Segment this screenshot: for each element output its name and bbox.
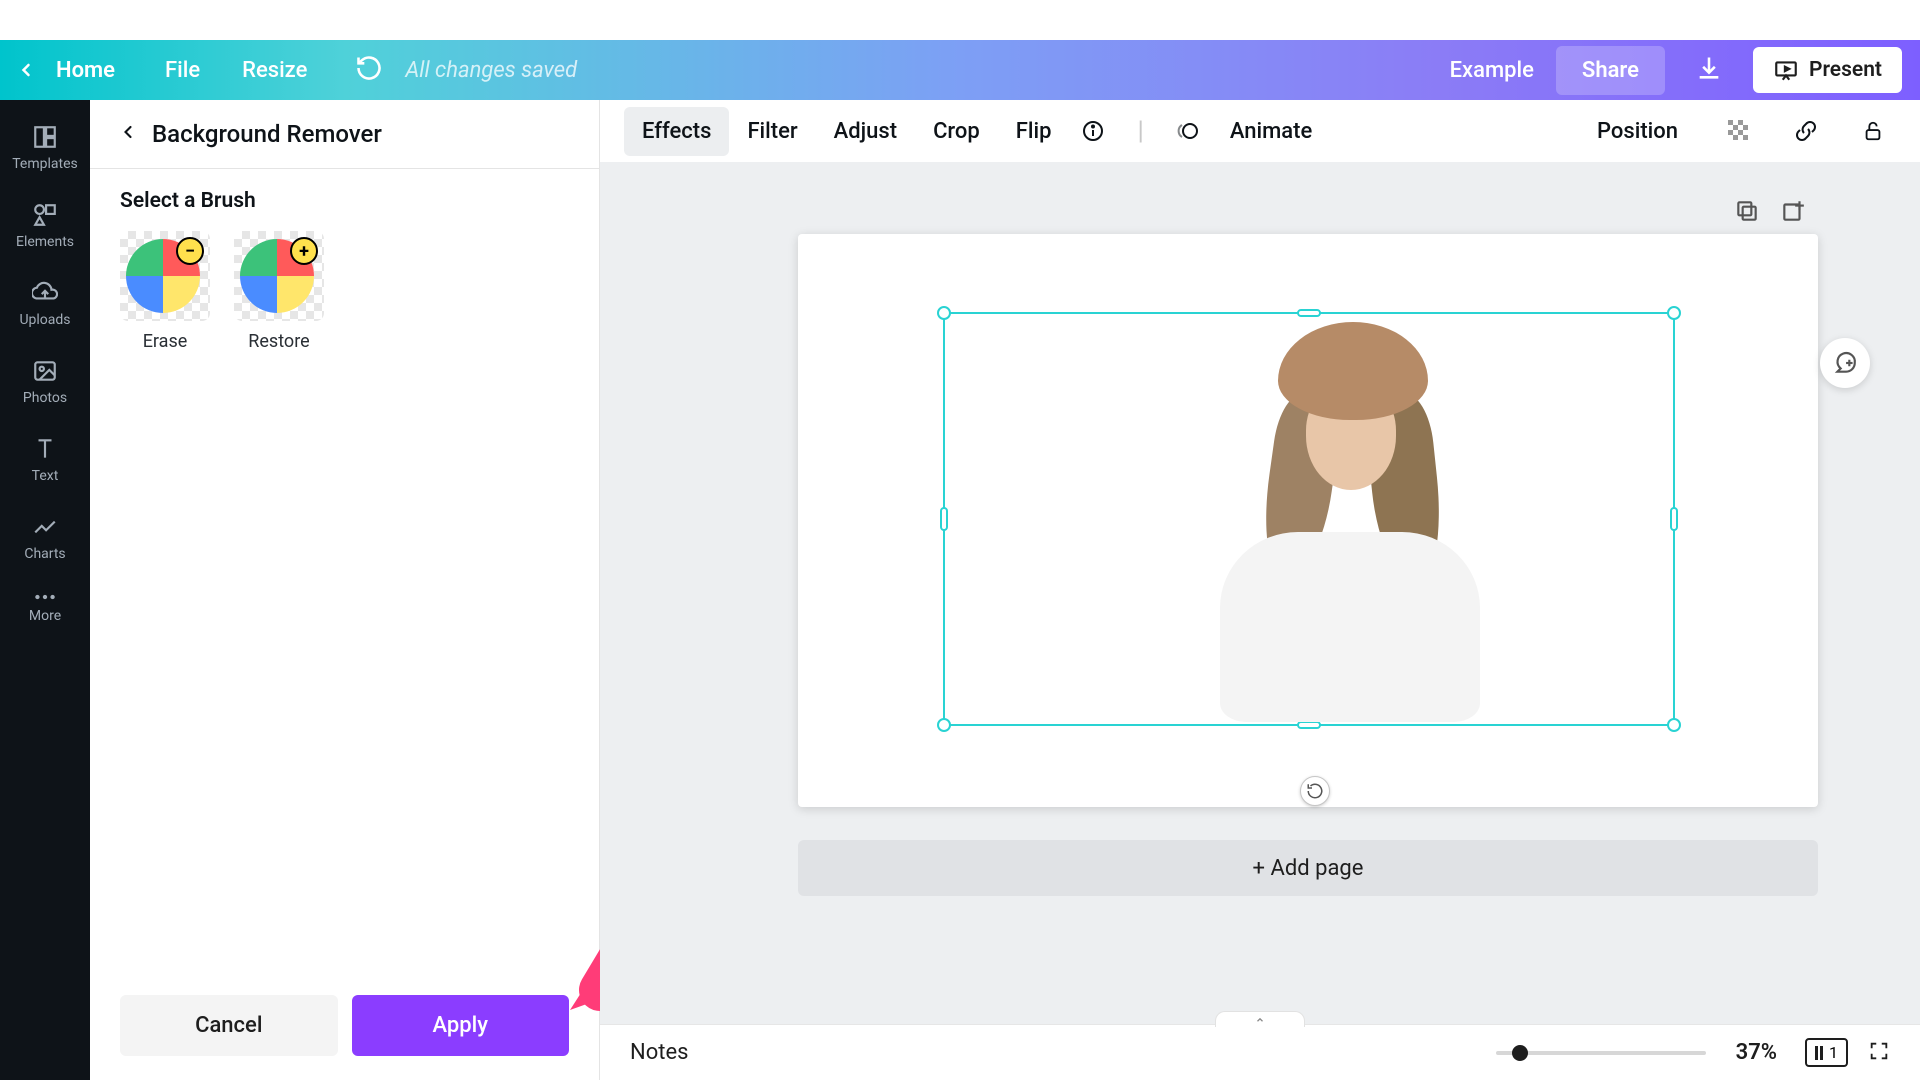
present-button[interactable]: Present [1753,47,1902,93]
resize-handle-bottom[interactable] [1297,721,1321,729]
sidebar-item-photos[interactable]: Photos [0,348,90,416]
sidebar-item-label: Uploads [19,312,70,328]
resize-handle-left[interactable] [940,507,948,531]
sidebar-item-templates[interactable]: Templates [0,114,90,182]
share-button[interactable]: Share [1556,46,1665,95]
sidebar-item-charts[interactable]: Charts [0,504,90,572]
zoom-slider-thumb[interactable] [1512,1045,1528,1061]
resize-handle-right[interactable] [1670,507,1678,531]
back-icon[interactable] [16,60,36,80]
resize-handle-top[interactable] [1297,309,1321,317]
browser-chrome-placeholder [0,0,1920,40]
sidebar-item-label: Text [32,468,59,484]
notes-button[interactable]: Notes [630,1040,688,1065]
toolbar-filter[interactable]: Filter [729,107,815,156]
comment-fab[interactable] [1820,338,1870,388]
resize-handle-top-left[interactable] [937,306,951,320]
toolbar-effects[interactable]: Effects [624,107,729,156]
sidebar-item-text[interactable]: Text [0,426,90,494]
resize-handle-top-right[interactable] [1667,306,1681,320]
add-page-icon[interactable] [1780,198,1808,226]
minus-icon [176,237,204,265]
panel-title: Background Remover [152,120,382,148]
cutout-image[interactable] [1180,322,1520,722]
lock-icon[interactable] [1850,110,1896,152]
info-icon[interactable] [1069,109,1117,153]
brush-option-restore[interactable]: Restore [234,231,324,352]
plus-icon [290,237,318,265]
zoom-percent[interactable]: 37% [1736,1040,1777,1065]
add-page-button[interactable]: + Add page [798,840,1818,896]
apply-button[interactable]: Apply [352,995,570,1056]
toolbar-crop[interactable]: Crop [915,107,998,156]
brush-label: Restore [248,331,309,352]
expand-notes-tab[interactable] [1215,1011,1305,1027]
bottom-bar: Notes 37% 1 [600,1024,1920,1080]
restore-thumb [234,231,324,321]
zoom-slider[interactable] [1496,1051,1706,1055]
context-toolbar: Effects Filter Adjust Crop Flip | Animat… [600,100,1920,162]
cancel-button[interactable]: Cancel [120,995,338,1056]
download-button[interactable] [1687,46,1731,94]
vertical-sidebar: Templates Elements Uploads Photos Text C… [0,100,90,1080]
sidebar-item-more[interactable]: More [0,582,90,634]
toolbar-flip[interactable]: Flip [998,107,1070,156]
panel-back-icon[interactable] [118,122,138,146]
brush-label: Erase [143,331,188,352]
add-page-label: + Add page [1253,856,1364,881]
toolbar-adjust[interactable]: Adjust [816,107,915,156]
save-status-text: All changes saved [405,58,577,83]
link-icon[interactable] [1782,109,1830,153]
animate-icon[interactable] [1164,109,1212,153]
page-indicator[interactable]: 1 [1805,1038,1848,1067]
transparency-icon[interactable] [1716,110,1762,152]
canvas-area: Effects Filter Adjust Crop Flip | Animat… [600,100,1920,1080]
design-title-link[interactable]: Example [1450,58,1534,83]
duplicate-page-icon[interactable] [1734,198,1762,226]
toolbar-separator: | [1137,116,1143,146]
home-link[interactable]: Home [56,58,115,83]
undo-icon[interactable] [355,54,383,86]
toolbar-position[interactable]: Position [1579,107,1696,156]
resize-menu[interactable]: Resize [242,58,307,83]
select-brush-label: Select a Brush [120,189,569,213]
brush-option-erase[interactable]: Erase [120,231,210,352]
sidebar-item-label: More [29,608,61,624]
erase-thumb [120,231,210,321]
background-remover-panel: Background Remover Select a Brush Erase [90,100,600,1080]
canvas-viewport[interactable]: + Add page [600,162,1920,1024]
resize-handle-bottom-left[interactable] [937,718,951,732]
sidebar-item-label: Photos [23,390,67,406]
sidebar-item-uploads[interactable]: Uploads [0,270,90,338]
present-button-label: Present [1809,58,1882,82]
sidebar-item-label: Templates [12,156,78,172]
resize-handle-bottom-right[interactable] [1667,718,1681,732]
page-count: 1 [1829,1043,1838,1062]
file-menu[interactable]: File [165,58,200,83]
sidebar-item-label: Charts [24,546,65,562]
rotate-handle[interactable] [1300,776,1330,806]
sidebar-item-label: Elements [16,234,74,250]
top-navigation-bar: Home File Resize All changes saved Examp… [0,40,1920,100]
sidebar-item-elements[interactable]: Elements [0,192,90,260]
fullscreen-icon[interactable] [1868,1040,1890,1066]
toolbar-animate[interactable]: Animate [1212,107,1330,156]
